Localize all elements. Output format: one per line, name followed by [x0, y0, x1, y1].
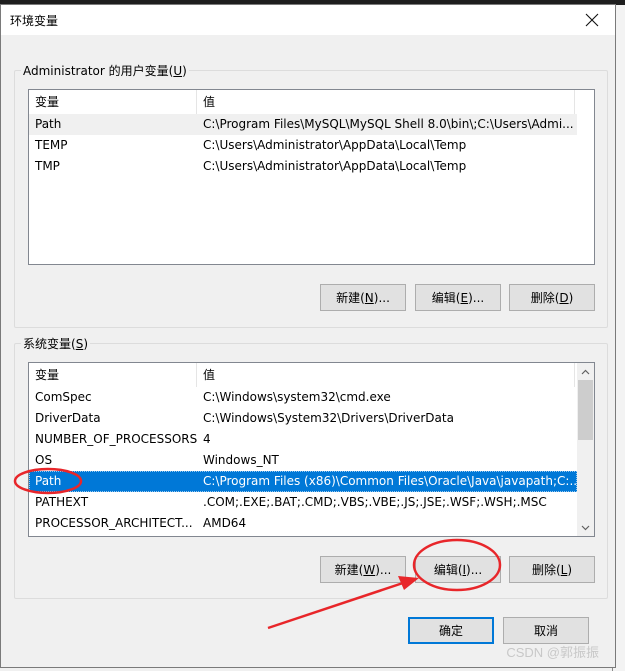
environment-variables-dialog: 环境变量 Administrator 的用户变量(U) 变量 值 Path C:…: [0, 4, 616, 668]
variable-value: .COM;.EXE;.BAT;.CMD;.VBS;.VBE;.JS;.JSE;.…: [203, 495, 547, 509]
chevron-down-icon: [581, 525, 590, 530]
variable-name: TMP: [35, 159, 60, 173]
variable-name: OS: [35, 453, 53, 467]
user-variables-label: Administrator 的用户变量(U): [21, 62, 189, 79]
variable-value: C:\Users\Administrator\AppData\Local\Tem…: [203, 138, 467, 152]
user-delete-button[interactable]: 删除(D): [509, 284, 595, 311]
close-icon: [585, 13, 599, 27]
variable-value: Windows_NT: [203, 453, 279, 467]
table-row[interactable]: PATHEXT .COM;.EXE;.BAT;.CMD;.VBS;.VBE;.J…: [29, 492, 577, 513]
variable-value: 4: [203, 432, 211, 446]
table-row-selected[interactable]: Path C:\Program Files (x86)\Common Files…: [29, 471, 577, 492]
variable-name: NUMBER_OF_PROCESSORS: [35, 432, 197, 446]
close-button[interactable]: [569, 5, 615, 35]
system-variables-group: 系统变量(S) 变量 值 ComSpec C:\Windows\system32…: [14, 335, 608, 599]
variable-value: C:\Windows\System32\Drivers\DriverData: [203, 411, 454, 425]
scroll-down-button[interactable]: [577, 519, 594, 536]
variable-name: Path: [35, 474, 62, 488]
column-header-value[interactable]: 值: [197, 363, 575, 387]
table-row[interactable]: PROCESSOR_ARCHITECT... AMD64: [29, 513, 577, 534]
variable-name: PROCESSOR_ARCHITECT...: [35, 516, 193, 530]
variable-name: Path: [35, 117, 62, 131]
variable-name: ComSpec: [35, 390, 92, 404]
scrollbar-thumb[interactable]: [578, 380, 593, 440]
table-row[interactable]: ComSpec C:\Windows\system32\cmd.exe: [29, 387, 577, 408]
table-row[interactable]: OS Windows_NT: [29, 450, 577, 471]
table-row[interactable]: DriverData C:\Windows\System32\Drivers\D…: [29, 408, 577, 429]
list-header: 变量 值: [29, 90, 594, 114]
table-row[interactable]: TMP C:\Users\Administrator\AppData\Local…: [29, 156, 594, 177]
column-header-name[interactable]: 变量: [29, 363, 197, 387]
table-row[interactable]: TEMP C:\Users\Administrator\AppData\Loca…: [29, 135, 594, 156]
user-variables-list[interactable]: 变量 值 Path C:\Program Files\MySQL\MySQL S…: [28, 89, 595, 265]
vertical-scrollbar[interactable]: [577, 363, 594, 536]
system-new-button[interactable]: 新建(W)...: [320, 556, 406, 583]
variable-value: C:\Users\Administrator\AppData\Local\Tem…: [203, 159, 467, 173]
ok-button[interactable]: 确定: [408, 617, 494, 644]
watermark: CSDN @郭振振: [506, 645, 599, 660]
dialog-title: 环境变量: [10, 14, 59, 28]
table-row[interactable]: Path C:\Program Files\MySQL\MySQL Shell …: [29, 114, 577, 135]
variable-value: AMD64: [203, 516, 247, 530]
variable-value: C:\Program Files\MySQL\MySQL Shell 8.0\b…: [203, 117, 574, 131]
system-delete-button[interactable]: 删除(L): [509, 556, 595, 583]
system-edit-button[interactable]: 编辑(I)...: [415, 556, 501, 583]
variable-value: C:\Windows\system32\cmd.exe: [203, 390, 391, 404]
system-variables-label: 系统变量(S): [21, 335, 91, 352]
title-bar: 环境变量: [1, 5, 615, 35]
chevron-up-icon: [581, 369, 590, 374]
list-header: 变量 值: [29, 363, 594, 387]
system-variables-list[interactable]: 变量 值 ComSpec C:\Windows\system32\cmd.exe…: [28, 362, 595, 537]
variable-name: DriverData: [35, 411, 101, 425]
user-variables-group: Administrator 的用户变量(U) 变量 值 Path C:\Prog…: [14, 62, 608, 328]
user-new-button[interactable]: 新建(N)...: [320, 284, 406, 311]
variable-name: TEMP: [35, 138, 68, 152]
variable-value: C:\Program Files (x86)\Common Files\Orac…: [203, 474, 577, 488]
variable-name: PATHEXT: [35, 495, 89, 509]
column-header-name[interactable]: 变量: [29, 90, 197, 114]
user-edit-button[interactable]: 编辑(E)...: [415, 284, 501, 311]
cancel-button[interactable]: 取消: [503, 617, 589, 644]
scroll-up-button[interactable]: [577, 363, 594, 380]
table-row[interactable]: NUMBER_OF_PROCESSORS 4: [29, 429, 577, 450]
column-header-value[interactable]: 值: [197, 90, 575, 114]
